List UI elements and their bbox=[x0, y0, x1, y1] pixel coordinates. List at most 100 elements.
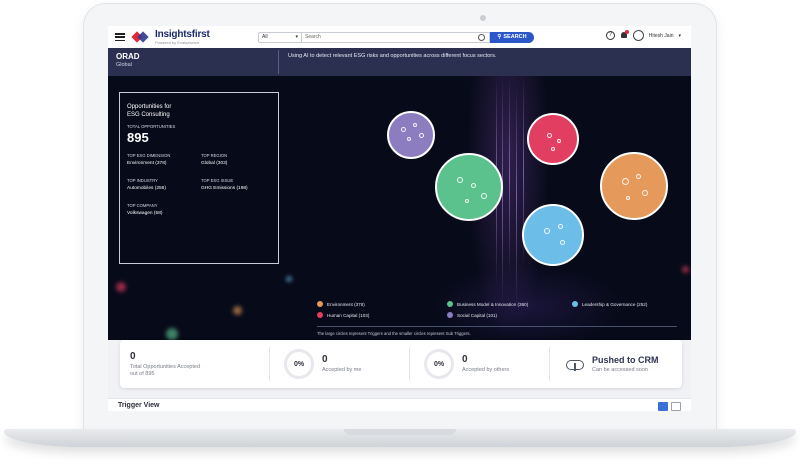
sub-trigger-dot[interactable] bbox=[481, 193, 487, 199]
sub-trigger-dot[interactable] bbox=[622, 178, 629, 185]
stat-top-region: TOP REGION Global (303) bbox=[201, 153, 228, 166]
accepted-by-others-count: 0 bbox=[462, 354, 468, 365]
logo-name: Insightsfirst bbox=[155, 28, 210, 40]
camera-dot bbox=[480, 15, 486, 21]
trigger-view-section: Trigger View bbox=[108, 398, 691, 411]
search-input[interactable]: Search bbox=[302, 31, 490, 43]
sub-trigger-dot[interactable] bbox=[407, 137, 411, 141]
legend-item-environment[interactable]: Environment (378) bbox=[317, 301, 447, 307]
summary-card: 0 Total Opportunities Accepted out of 89… bbox=[120, 340, 682, 388]
laptop-base bbox=[4, 429, 796, 447]
sub-trigger-dot[interactable] bbox=[636, 174, 641, 179]
total-opportunities-label: TOTAL OPPORTUNITIES bbox=[127, 124, 176, 129]
context-bar: ORAD Global Using AI to detect relevant … bbox=[108, 48, 691, 76]
accepted-by-me-ring: 0% bbox=[284, 349, 314, 379]
esg-hero: Opportunities for ESG Consulting TOTAL O… bbox=[108, 76, 691, 340]
bokeh-light bbox=[682, 266, 689, 273]
summary-pushed-to-crm[interactable]: Pushed to CRM Can be accessed soon bbox=[550, 345, 682, 383]
legend-dot bbox=[447, 301, 453, 307]
crm-title: Pushed to CRM bbox=[592, 354, 659, 365]
trigger-bubble-leadership[interactable] bbox=[522, 204, 584, 266]
sub-trigger-dot[interactable] bbox=[557, 139, 561, 143]
summary-area: 0 Total Opportunities Accepted out of 89… bbox=[108, 340, 691, 411]
legend-dot bbox=[447, 312, 453, 318]
search-button[interactable]: ⚲ SEARCH bbox=[490, 31, 534, 43]
stat-top-company: TOP COMPANY Volkswagen (58) bbox=[127, 203, 163, 216]
legend-item-human-capital[interactable]: Human Capital (103) bbox=[317, 312, 447, 318]
light-streak bbox=[509, 76, 510, 276]
opportunities-card: Opportunities for ESG Consulting TOTAL O… bbox=[119, 92, 279, 264]
opportunities-title: Opportunities for ESG Consulting bbox=[127, 104, 172, 118]
region-name: Global bbox=[116, 62, 132, 68]
menu-icon[interactable] bbox=[115, 33, 125, 41]
accepted-by-me-label: Accepted by me bbox=[322, 367, 362, 373]
sub-trigger-dot[interactable] bbox=[547, 133, 552, 138]
globe-icon[interactable] bbox=[478, 33, 485, 41]
esg-legend: Environment (378) Business Model & Innov… bbox=[317, 301, 687, 336]
crm-subtitle: Can be accessed soon bbox=[592, 366, 648, 373]
accepted-by-me-count: 0 bbox=[322, 354, 328, 365]
user-menu-chevron-icon[interactable]: ▾ bbox=[678, 33, 681, 39]
search-scope-select[interactable]: All ▾ bbox=[258, 31, 302, 43]
summary-total-accepted: 0 Total Opportunities Accepted out of 89… bbox=[120, 345, 270, 383]
sub-trigger-dot[interactable] bbox=[401, 127, 406, 132]
cloud-upload-icon bbox=[564, 356, 586, 372]
sub-trigger-dot[interactable] bbox=[413, 123, 417, 127]
stat-top-esg-dimension: TOP ESG DIMENSION Environment (378) bbox=[127, 153, 171, 166]
avatar[interactable] bbox=[632, 30, 644, 41]
sub-trigger-dot[interactable] bbox=[551, 147, 555, 151]
sub-trigger-dot[interactable] bbox=[419, 133, 424, 138]
accepted-by-others-ring: 0% bbox=[424, 349, 454, 379]
accepted-total-label: Total Opportunities Accepted out of 895 bbox=[130, 363, 201, 377]
bokeh-light bbox=[233, 306, 242, 315]
stat-top-esg-issue: TOP ESG ISSUE GHG Emissions (198) bbox=[201, 178, 248, 191]
trigger-bubble-business-model[interactable] bbox=[435, 153, 503, 221]
user-name[interactable]: Hitesh Jain bbox=[649, 33, 674, 39]
bokeh-light bbox=[286, 276, 292, 282]
sub-trigger-dot[interactable] bbox=[558, 224, 563, 229]
legend-item-business-model[interactable]: Business Model & Innovation (360) bbox=[447, 301, 572, 307]
legend-dot bbox=[572, 301, 578, 307]
sub-trigger-dot[interactable] bbox=[626, 196, 630, 200]
total-opportunities-value: 895 bbox=[127, 130, 149, 145]
app-header: Insightsfirst Powered by Evalueserve All… bbox=[108, 26, 691, 49]
logo-subtitle: Powered by Evalueserve bbox=[155, 39, 200, 45]
tagline: Using AI to detect relevant ESG risks an… bbox=[288, 53, 497, 59]
search-icon: ⚲ bbox=[497, 34, 502, 40]
laptop-notch bbox=[344, 429, 456, 435]
search-placeholder: Search bbox=[305, 34, 321, 40]
search-scope-value: All bbox=[262, 34, 268, 40]
trigger-bubble-environment[interactable] bbox=[600, 152, 668, 220]
legend-divider bbox=[317, 326, 677, 327]
search-bar: All ▾ Search ⚲ SEARCH bbox=[258, 31, 534, 43]
sub-trigger-dot[interactable] bbox=[642, 190, 648, 196]
sub-trigger-dot[interactable] bbox=[560, 240, 565, 245]
stat-top-industry: TOP INDUSTRY Automobiles (256) bbox=[127, 178, 166, 191]
help-icon[interactable]: ? bbox=[605, 31, 615, 40]
sub-trigger-dot[interactable] bbox=[457, 177, 463, 183]
notification-bell-icon[interactable] bbox=[620, 30, 629, 40]
light-streak bbox=[516, 86, 517, 306]
legend-item-leadership[interactable]: Leadership & Governance (252) bbox=[572, 301, 687, 307]
legend-note: The large circles represent Triggers and… bbox=[317, 331, 471, 336]
view-toggle-grid-icon[interactable] bbox=[658, 402, 668, 411]
sub-trigger-dot[interactable] bbox=[471, 183, 476, 188]
bokeh-light bbox=[116, 282, 126, 292]
summary-accepted-by-me: 0% 0 Accepted by me bbox=[270, 345, 410, 383]
sub-trigger-dot[interactable] bbox=[465, 199, 469, 203]
view-toggle-list-icon[interactable] bbox=[671, 402, 681, 411]
logo[interactable]: Insightsfirst Powered by Evalueserve bbox=[131, 28, 210, 45]
sub-trigger-dot[interactable] bbox=[544, 228, 550, 234]
legend-dot bbox=[317, 312, 323, 318]
company-name: ORAD bbox=[116, 52, 140, 61]
bokeh-light bbox=[166, 328, 178, 340]
accepted-total-value: 0 bbox=[130, 350, 136, 362]
legend-item-social-capital[interactable]: Social Capital (101) bbox=[447, 312, 572, 318]
legend-dot bbox=[317, 301, 323, 307]
trigger-view-title: Trigger View bbox=[118, 402, 160, 409]
trigger-bubble-human-capital[interactable] bbox=[527, 113, 579, 165]
trigger-bubble-social-capital[interactable] bbox=[387, 111, 435, 159]
search-button-label: SEARCH bbox=[503, 34, 527, 40]
app-screen: Insightsfirst Powered by Evalueserve All… bbox=[108, 26, 691, 411]
logo-mark-icon bbox=[131, 31, 151, 43]
